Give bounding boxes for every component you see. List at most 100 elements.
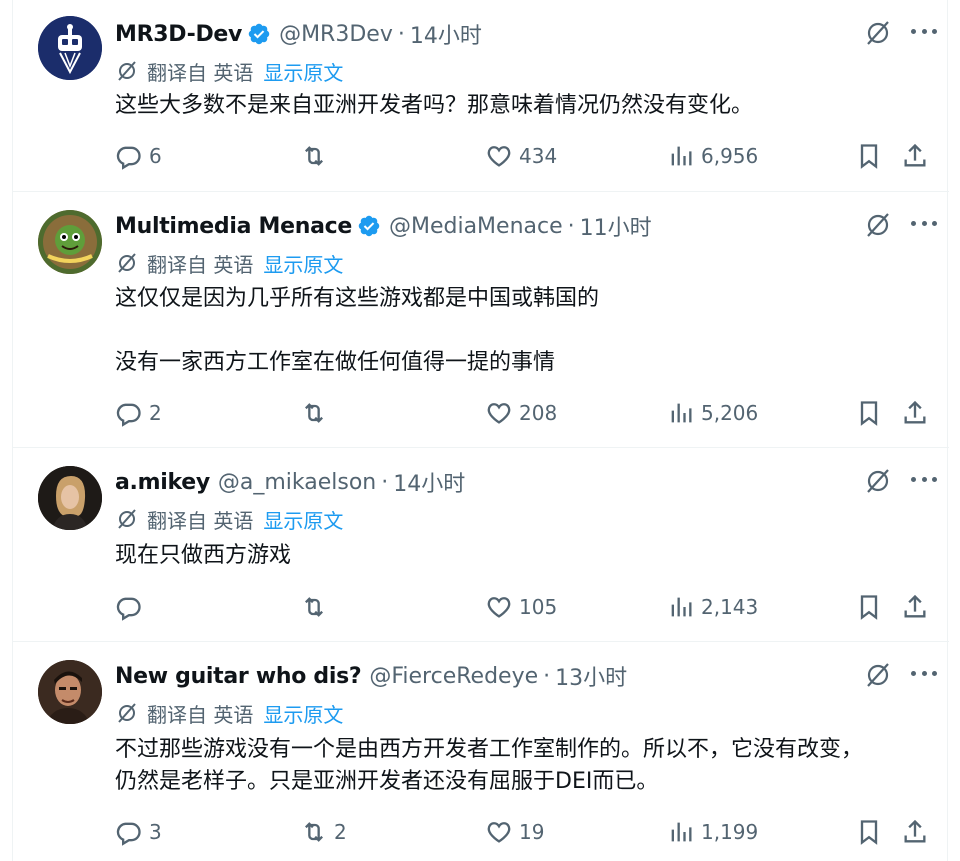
reply-feed: MR3D-Dev @MR3Dev · 14小时 翻译自 英语 显示原文 这些大多… xyxy=(12,0,949,861)
verified-badge-icon xyxy=(358,215,380,237)
tweet-text: 不过那些游戏没有一个是由西方开发者工作室制作的。所以不，它没有改变， 仍然是老样… xyxy=(115,734,935,798)
retweet-icon xyxy=(305,597,323,617)
views-button[interactable]: 1,199 xyxy=(667,816,758,848)
translation-notice: 翻译自 英语 显示原文 xyxy=(115,57,343,85)
views-button[interactable]: 5,206 xyxy=(667,397,758,429)
show-original-link[interactable]: 显示原文 xyxy=(263,249,343,278)
tweet-top-actions xyxy=(863,660,937,690)
views-count: 2,143 xyxy=(701,595,759,619)
like-button[interactable]: 105 xyxy=(485,591,557,623)
reply-button[interactable]: 3 xyxy=(115,816,162,848)
share-button[interactable] xyxy=(901,816,929,848)
analytics-icon xyxy=(671,597,692,617)
grok-icon[interactable] xyxy=(863,660,893,690)
share-button[interactable] xyxy=(901,397,929,429)
translation-notice: 翻译自 英语 显示原文 xyxy=(115,699,343,727)
tweet-top-actions xyxy=(863,210,937,240)
like-button[interactable]: 19 xyxy=(485,816,544,848)
bookmark-button[interactable] xyxy=(855,591,883,623)
retweet-button[interactable]: 2 xyxy=(300,816,347,848)
handle[interactable]: @FierceRedeye xyxy=(369,664,538,689)
separator: · xyxy=(397,21,405,47)
translation-notice: 翻译自 英语 显示原文 xyxy=(115,249,343,277)
display-name[interactable]: a.mikey xyxy=(115,470,210,495)
tweet[interactable]: New guitar who dis? @FierceRedeye · 13小时… xyxy=(13,642,949,861)
retweet-button[interactable] xyxy=(300,397,334,429)
avatar[interactable] xyxy=(38,16,102,80)
translated-from-label: 翻译自 英语 xyxy=(147,702,254,727)
like-button[interactable]: 434 xyxy=(485,140,557,172)
timestamp[interactable]: 14小时 xyxy=(393,466,465,498)
more-options-icon[interactable] xyxy=(911,477,937,485)
separator: · xyxy=(543,663,551,689)
views-count: 1,199 xyxy=(701,820,759,844)
display-name[interactable]: MR3D-Dev xyxy=(115,22,242,47)
reply-button[interactable] xyxy=(115,591,149,623)
tweet-top-actions xyxy=(863,18,937,48)
handle[interactable]: @MediaMenace xyxy=(389,214,563,239)
tweet-text: 现在只做西方游戏 xyxy=(115,540,935,572)
views-count: 5,206 xyxy=(701,401,759,425)
translate-icon xyxy=(118,253,136,273)
tweet-text-line: 现在只做西方游戏 xyxy=(115,543,292,568)
more-options-icon[interactable] xyxy=(911,29,937,37)
show-original-link[interactable]: 显示原文 xyxy=(263,699,343,728)
retweet-icon xyxy=(305,822,323,842)
avatar[interactable] xyxy=(38,466,102,530)
tweet[interactable]: a.mikey @a_mikaelson · 14小时 翻译自 英语 显示原文 … xyxy=(13,448,949,642)
display-name[interactable]: New guitar who dis? xyxy=(115,664,362,689)
display-name[interactable]: Multimedia Menace xyxy=(115,214,352,239)
avatar[interactable] xyxy=(38,660,102,724)
retweet-button[interactable] xyxy=(300,140,334,172)
more-options-icon[interactable] xyxy=(911,671,937,679)
tweet[interactable]: MR3D-Dev @MR3Dev · 14小时 翻译自 英语 显示原文 这些大多… xyxy=(13,0,949,192)
bookmark-button[interactable] xyxy=(855,140,883,172)
tweet-header: a.mikey @a_mikaelson · 14小时 xyxy=(115,466,465,498)
avatar[interactable] xyxy=(38,210,102,274)
translated-from-label: 翻译自 英语 xyxy=(147,252,254,277)
views-button[interactable]: 6,956 xyxy=(667,140,758,172)
bookmark-icon xyxy=(860,144,878,169)
reply-icon xyxy=(116,597,141,621)
share-icon xyxy=(904,400,926,424)
bookmark-icon xyxy=(860,595,878,620)
retweet-button[interactable] xyxy=(300,591,334,623)
tweet-actions: 6 434 6,956 xyxy=(115,140,935,172)
share-icon xyxy=(904,819,926,843)
tweet-header: New guitar who dis? @FierceRedeye · 13小时 xyxy=(115,660,627,692)
tweet-top-actions xyxy=(863,466,937,496)
more-options-icon[interactable] xyxy=(911,221,937,229)
timestamp[interactable]: 14小时 xyxy=(410,18,482,50)
bookmark-button[interactable] xyxy=(855,816,883,848)
reply-button[interactable]: 2 xyxy=(115,397,162,429)
grok-icon[interactable] xyxy=(863,210,893,240)
share-icon xyxy=(904,594,926,618)
share-button[interactable] xyxy=(901,140,929,172)
grok-icon[interactable] xyxy=(863,466,893,496)
timestamp[interactable]: 11小时 xyxy=(580,210,652,242)
tweet-text-line: 这仅仅是因为几乎所有这些游戏都是中国或韩国的 xyxy=(115,286,600,311)
tweet-text-blank-line xyxy=(115,315,935,347)
share-button[interactable] xyxy=(901,591,929,623)
analytics-icon xyxy=(671,822,692,842)
bookmark-button[interactable] xyxy=(855,397,883,429)
tweet[interactable]: Multimedia Menace @MediaMenace · 11小时 翻译… xyxy=(13,192,949,448)
tweet-text: 这些大多数不是来自亚洲开发者吗？那意味着情况仍然没有变化。 xyxy=(115,90,935,122)
show-original-link[interactable]: 显示原文 xyxy=(263,505,343,534)
grok-icon[interactable] xyxy=(863,18,893,48)
translated-from-label: 翻译自 英语 xyxy=(147,60,254,85)
tweet-header: MR3D-Dev @MR3Dev · 14小时 xyxy=(115,18,482,50)
like-button[interactable]: 208 xyxy=(485,397,557,429)
timestamp[interactable]: 13小时 xyxy=(555,660,627,692)
reply-icon xyxy=(116,822,141,846)
reply-count: 2 xyxy=(149,401,162,425)
show-original-link[interactable]: 显示原文 xyxy=(263,57,343,86)
translated-from-label: 翻译自 英语 xyxy=(147,508,254,533)
views-button[interactable]: 2,143 xyxy=(667,591,758,623)
reply-button[interactable]: 6 xyxy=(115,140,162,172)
analytics-icon xyxy=(671,146,692,166)
heart-icon xyxy=(487,597,511,618)
handle[interactable]: @a_mikaelson xyxy=(218,470,376,495)
handle[interactable]: @MR3Dev xyxy=(279,22,393,47)
like-count: 19 xyxy=(519,820,545,844)
